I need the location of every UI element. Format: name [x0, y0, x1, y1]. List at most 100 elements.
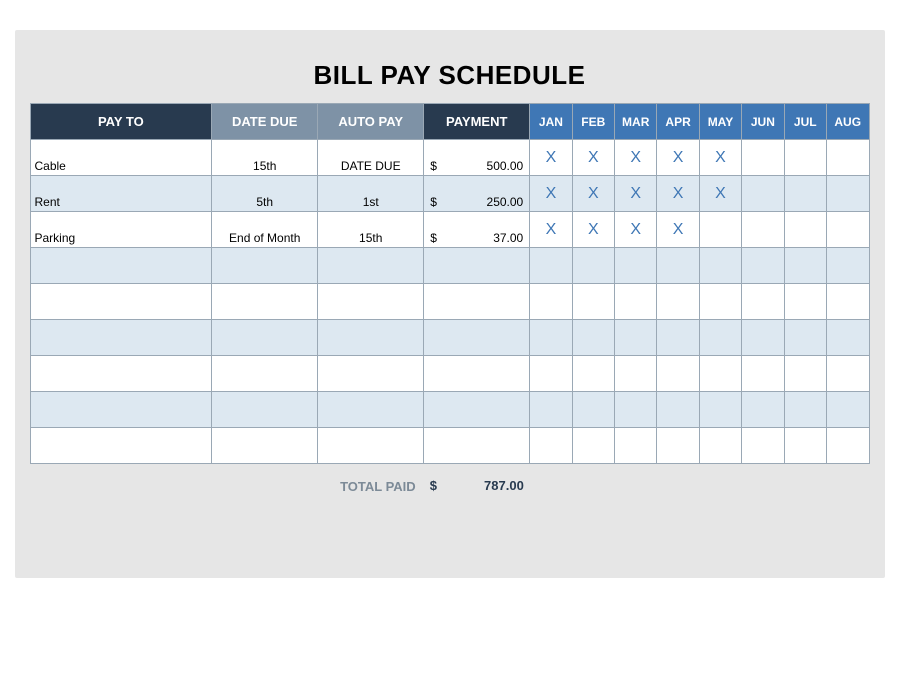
cell-month[interactable]: X — [615, 212, 657, 248]
cell-month[interactable] — [742, 212, 784, 248]
cell-payment[interactable] — [424, 428, 530, 464]
cell-month[interactable] — [742, 428, 784, 464]
cell-month[interactable]: X — [657, 212, 699, 248]
cell-auto-pay[interactable] — [318, 392, 424, 428]
cell-month[interactable] — [530, 428, 572, 464]
cell-payment[interactable] — [424, 392, 530, 428]
cell-month[interactable] — [572, 248, 614, 284]
cell-month[interactable] — [742, 284, 784, 320]
cell-month[interactable] — [615, 392, 657, 428]
cell-payment[interactable] — [424, 248, 530, 284]
cell-month[interactable] — [657, 248, 699, 284]
cell-auto-pay[interactable] — [318, 248, 424, 284]
cell-month[interactable] — [742, 176, 784, 212]
cell-month[interactable] — [826, 248, 869, 284]
cell-month[interactable] — [657, 428, 699, 464]
cell-auto-pay[interactable]: 1st — [318, 176, 424, 212]
cell-month[interactable] — [615, 356, 657, 392]
cell-month[interactable] — [784, 284, 826, 320]
cell-month[interactable] — [530, 356, 572, 392]
cell-month[interactable]: X — [572, 212, 614, 248]
cell-pay-to[interactable] — [30, 248, 212, 284]
cell-month[interactable] — [530, 392, 572, 428]
cell-month[interactable] — [784, 392, 826, 428]
cell-pay-to[interactable] — [30, 284, 212, 320]
cell-month[interactable] — [615, 428, 657, 464]
cell-month[interactable] — [826, 392, 869, 428]
cell-month[interactable]: X — [530, 176, 572, 212]
cell-month[interactable] — [784, 356, 826, 392]
cell-month[interactable] — [530, 248, 572, 284]
cell-month[interactable]: X — [699, 176, 741, 212]
cell-month[interactable] — [572, 392, 614, 428]
cell-month[interactable] — [742, 140, 784, 176]
cell-month[interactable]: X — [572, 176, 614, 212]
cell-date-due[interactable] — [212, 392, 318, 428]
cell-month[interactable] — [742, 392, 784, 428]
cell-month[interactable] — [657, 392, 699, 428]
cell-month[interactable] — [699, 212, 741, 248]
cell-month[interactable] — [784, 212, 826, 248]
cell-payment[interactable] — [424, 320, 530, 356]
cell-month[interactable] — [826, 140, 869, 176]
cell-date-due[interactable] — [212, 320, 318, 356]
cell-month[interactable] — [615, 320, 657, 356]
cell-month[interactable]: X — [699, 140, 741, 176]
cell-month[interactable] — [572, 356, 614, 392]
cell-pay-to[interactable] — [30, 392, 212, 428]
cell-month[interactable] — [699, 356, 741, 392]
cell-month[interactable]: X — [530, 140, 572, 176]
cell-month[interactable] — [826, 428, 869, 464]
cell-month[interactable] — [826, 284, 869, 320]
cell-month[interactable] — [826, 176, 869, 212]
cell-payment[interactable]: $500.00 — [424, 140, 530, 176]
cell-month[interactable] — [699, 248, 741, 284]
cell-date-due[interactable] — [212, 248, 318, 284]
cell-date-due[interactable] — [212, 356, 318, 392]
cell-auto-pay[interactable] — [318, 284, 424, 320]
cell-payment[interactable] — [424, 284, 530, 320]
cell-auto-pay[interactable] — [318, 320, 424, 356]
cell-month[interactable] — [742, 320, 784, 356]
cell-pay-to[interactable] — [30, 428, 212, 464]
cell-month[interactable] — [699, 392, 741, 428]
cell-month[interactable]: X — [657, 140, 699, 176]
cell-payment[interactable]: $250.00 — [424, 176, 530, 212]
cell-auto-pay[interactable] — [318, 356, 424, 392]
cell-month[interactable]: X — [572, 140, 614, 176]
cell-pay-to[interactable]: Parking — [30, 212, 212, 248]
cell-month[interactable] — [742, 356, 784, 392]
cell-month[interactable] — [615, 248, 657, 284]
cell-month[interactable] — [826, 212, 869, 248]
cell-month[interactable] — [784, 140, 826, 176]
cell-month[interactable] — [826, 320, 869, 356]
cell-payment[interactable]: $37.00 — [424, 212, 530, 248]
cell-month[interactable] — [699, 284, 741, 320]
cell-month[interactable] — [784, 428, 826, 464]
cell-month[interactable]: X — [615, 176, 657, 212]
cell-month[interactable] — [699, 320, 741, 356]
cell-month[interactable] — [826, 356, 869, 392]
cell-month[interactable] — [742, 248, 784, 284]
cell-pay-to[interactable] — [30, 356, 212, 392]
cell-month[interactable] — [572, 428, 614, 464]
cell-month[interactable]: X — [657, 176, 699, 212]
cell-month[interactable] — [657, 356, 699, 392]
cell-month[interactable] — [530, 320, 572, 356]
cell-month[interactable] — [784, 320, 826, 356]
cell-date-due[interactable] — [212, 284, 318, 320]
cell-month[interactable] — [784, 176, 826, 212]
cell-month[interactable] — [657, 320, 699, 356]
cell-pay-to[interactable]: Cable — [30, 140, 212, 176]
cell-date-due[interactable]: 15th — [212, 140, 318, 176]
cell-auto-pay[interactable] — [318, 428, 424, 464]
cell-date-due[interactable] — [212, 428, 318, 464]
cell-month[interactable] — [572, 320, 614, 356]
cell-month[interactable] — [530, 284, 572, 320]
cell-month[interactable]: X — [615, 140, 657, 176]
cell-month[interactable] — [784, 248, 826, 284]
cell-date-due[interactable]: 5th — [212, 176, 318, 212]
cell-auto-pay[interactable]: DATE DUE — [318, 140, 424, 176]
cell-month[interactable]: X — [530, 212, 572, 248]
cell-month[interactable] — [572, 284, 614, 320]
